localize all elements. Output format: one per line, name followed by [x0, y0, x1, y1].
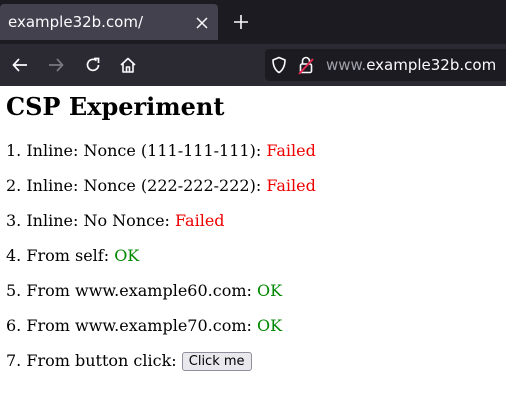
- list-item: 7. From button click: Click me: [6, 351, 252, 371]
- list-item: 4. From self: OK: [6, 246, 139, 265]
- browser-tab[interactable]: example32b.com/: [0, 4, 218, 40]
- status-text: Failed: [266, 141, 316, 160]
- forward-icon[interactable]: [47, 56, 65, 74]
- status-text: OK: [256, 281, 283, 300]
- item-label: 3. Inline: No Nonce:: [6, 211, 176, 230]
- plus-icon[interactable]: [233, 14, 249, 30]
- home-icon[interactable]: [119, 56, 137, 74]
- list-item: 3. Inline: No Nonce: Failed: [6, 211, 225, 230]
- item-label: 1. Inline: Nonce (111-111-111):: [6, 141, 267, 160]
- lock-icon[interactable]: [298, 55, 314, 75]
- tab-strip: example32b.com/: [0, 0, 506, 44]
- page-title: CSP Experiment: [6, 92, 225, 121]
- url-host: example32b.com: [366, 56, 497, 74]
- status-text: OK: [114, 246, 140, 265]
- url-text[interactable]: www.example32b.com: [326, 56, 496, 74]
- close-icon[interactable]: [196, 17, 208, 29]
- item-label: 4. From self:: [6, 246, 115, 265]
- list-item: 1. Inline: Nonce (111-111-111): Failed: [6, 141, 316, 160]
- status-text: Failed: [266, 176, 316, 195]
- item-label: 6. From www.example70.com:: [6, 316, 257, 335]
- tab-title: example32b.com/: [8, 13, 144, 31]
- reload-icon[interactable]: [84, 56, 102, 74]
- list-item: 2. Inline: Nonce (222-222-222): Failed: [6, 176, 316, 195]
- list-item: 6. From www.example70.com: OK: [6, 316, 282, 335]
- item-label: 7. From button click:: [6, 351, 182, 370]
- shield-icon[interactable]: [271, 56, 287, 74]
- url-prefix: www.: [326, 56, 367, 74]
- status-text: OK: [256, 316, 283, 335]
- click-me-button[interactable]: Click me: [181, 352, 252, 371]
- item-label: 5. From www.example60.com:: [6, 281, 257, 300]
- status-text: Failed: [175, 211, 225, 230]
- item-label: 2. Inline: Nonce (222-222-222):: [6, 176, 267, 195]
- list-item: 5. From www.example60.com: OK: [6, 281, 282, 300]
- back-icon[interactable]: [11, 56, 29, 74]
